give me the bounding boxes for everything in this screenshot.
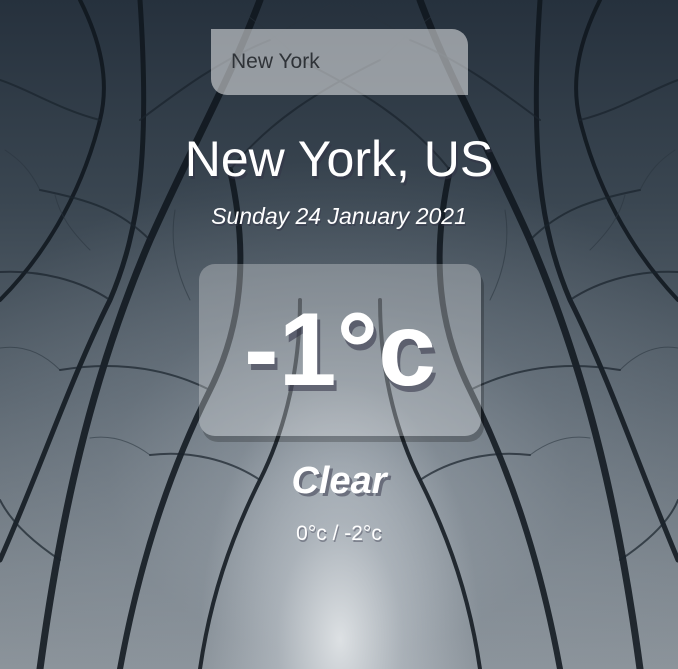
location-name: New York, US: [184, 131, 494, 187]
temperature-value: -1°c: [244, 292, 436, 408]
search-input[interactable]: [211, 29, 468, 95]
date-display: Sunday 24 January 2021: [211, 203, 467, 229]
weather-app: New York, US Sunday 24 January 2021 -1°c…: [0, 0, 678, 669]
temperature-panel: -1°c: [199, 264, 481, 436]
weather-condition: Clear: [291, 460, 387, 502]
high-low-temperature: 0°c / -2°c: [296, 522, 382, 545]
